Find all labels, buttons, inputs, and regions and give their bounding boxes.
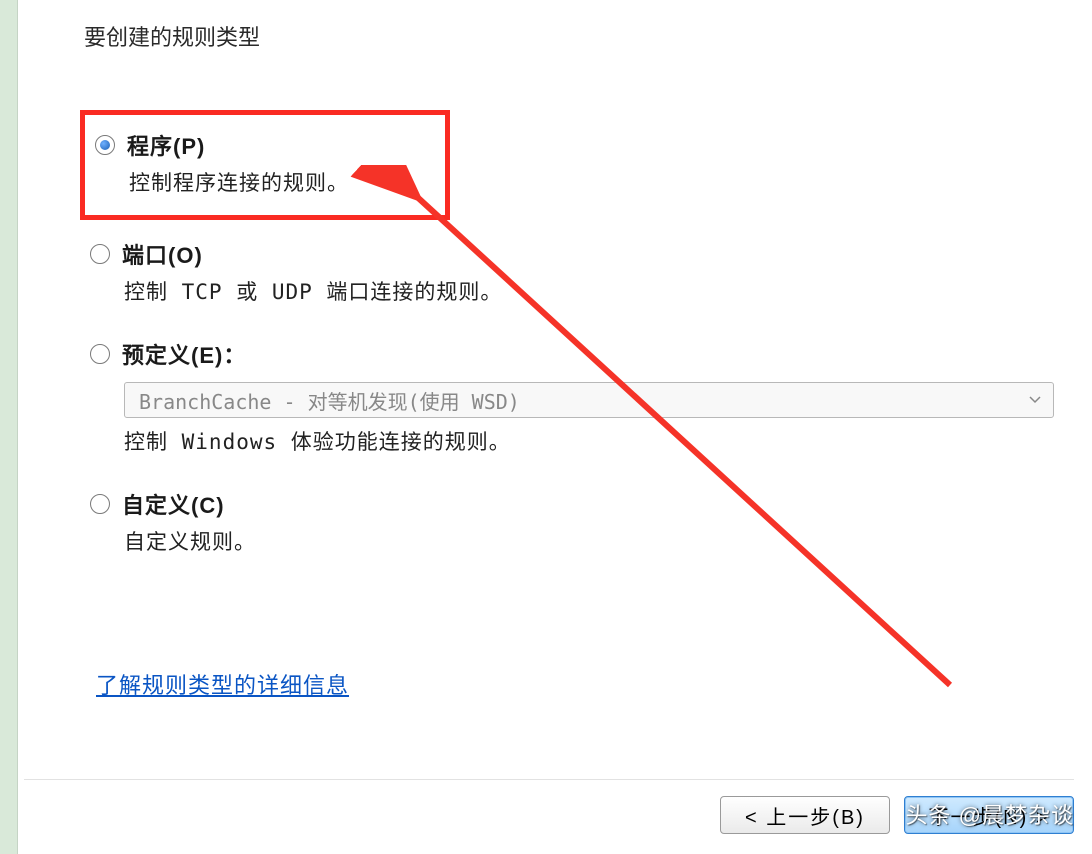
option-port-desc: 控制 TCP 或 UDP 端口连接的规则。 bbox=[124, 276, 1062, 306]
option-program-title: 程序(P) bbox=[127, 129, 205, 161]
chevron-down-icon bbox=[1027, 392, 1043, 408]
wizard-sidebar-edge bbox=[0, 0, 18, 854]
predefined-dropdown[interactable]: BranchCache - 对等机发现(使用 WSD) bbox=[124, 382, 1054, 418]
option-predefined[interactable]: 预定义(E)： BranchCache - 对等机发现(使用 WSD) 控制 W… bbox=[80, 330, 1072, 470]
option-port[interactable]: 端口(O) 控制 TCP 或 UDP 端口连接的规则。 bbox=[80, 230, 1072, 320]
learn-more-link[interactable]: 了解规则类型的详细信息 bbox=[96, 668, 349, 700]
wizard-button-bar: < 上一步(B) 下一步(N) > bbox=[24, 779, 1074, 834]
back-button[interactable]: < 上一步(B) bbox=[720, 796, 890, 834]
next-button[interactable]: 下一步(N) > bbox=[904, 796, 1074, 834]
predefined-dropdown-value: BranchCache - 对等机发现(使用 WSD) bbox=[139, 386, 520, 415]
option-custom-desc: 自定义规则。 bbox=[124, 526, 1062, 556]
radio-custom[interactable] bbox=[90, 494, 110, 514]
wizard-content: 要创建的规则类型 程序(P) 控制程序连接的规则。 端口(O) 控制 TCP 或… bbox=[80, 20, 1072, 580]
radio-predefined[interactable] bbox=[90, 344, 110, 364]
option-custom-title: 自定义(C) bbox=[122, 488, 225, 520]
option-port-title: 端口(O) bbox=[122, 238, 203, 270]
option-predefined-desc: 控制 Windows 体验功能连接的规则。 bbox=[124, 426, 1062, 456]
page-heading: 要创建的规则类型 bbox=[84, 20, 1072, 52]
radio-program[interactable] bbox=[95, 135, 115, 155]
option-custom[interactable]: 自定义(C) 自定义规则。 bbox=[80, 480, 1072, 570]
option-program-desc: 控制程序连接的规则。 bbox=[129, 167, 435, 197]
radio-port[interactable] bbox=[90, 244, 110, 264]
option-predefined-title: 预定义(E)： bbox=[122, 338, 246, 370]
rule-type-options: 程序(P) 控制程序连接的规则。 端口(O) 控制 TCP 或 UDP 端口连接… bbox=[80, 110, 1072, 570]
option-program[interactable]: 程序(P) 控制程序连接的规则。 bbox=[80, 110, 450, 220]
